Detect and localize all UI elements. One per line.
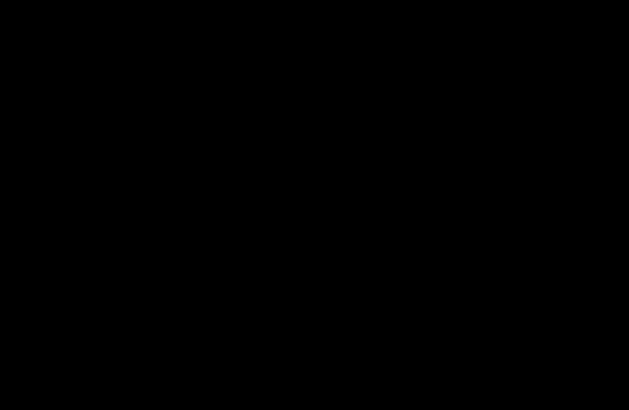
hrofft-screen [0, 0, 629, 410]
spectrogram-canvas [0, 0, 629, 410]
